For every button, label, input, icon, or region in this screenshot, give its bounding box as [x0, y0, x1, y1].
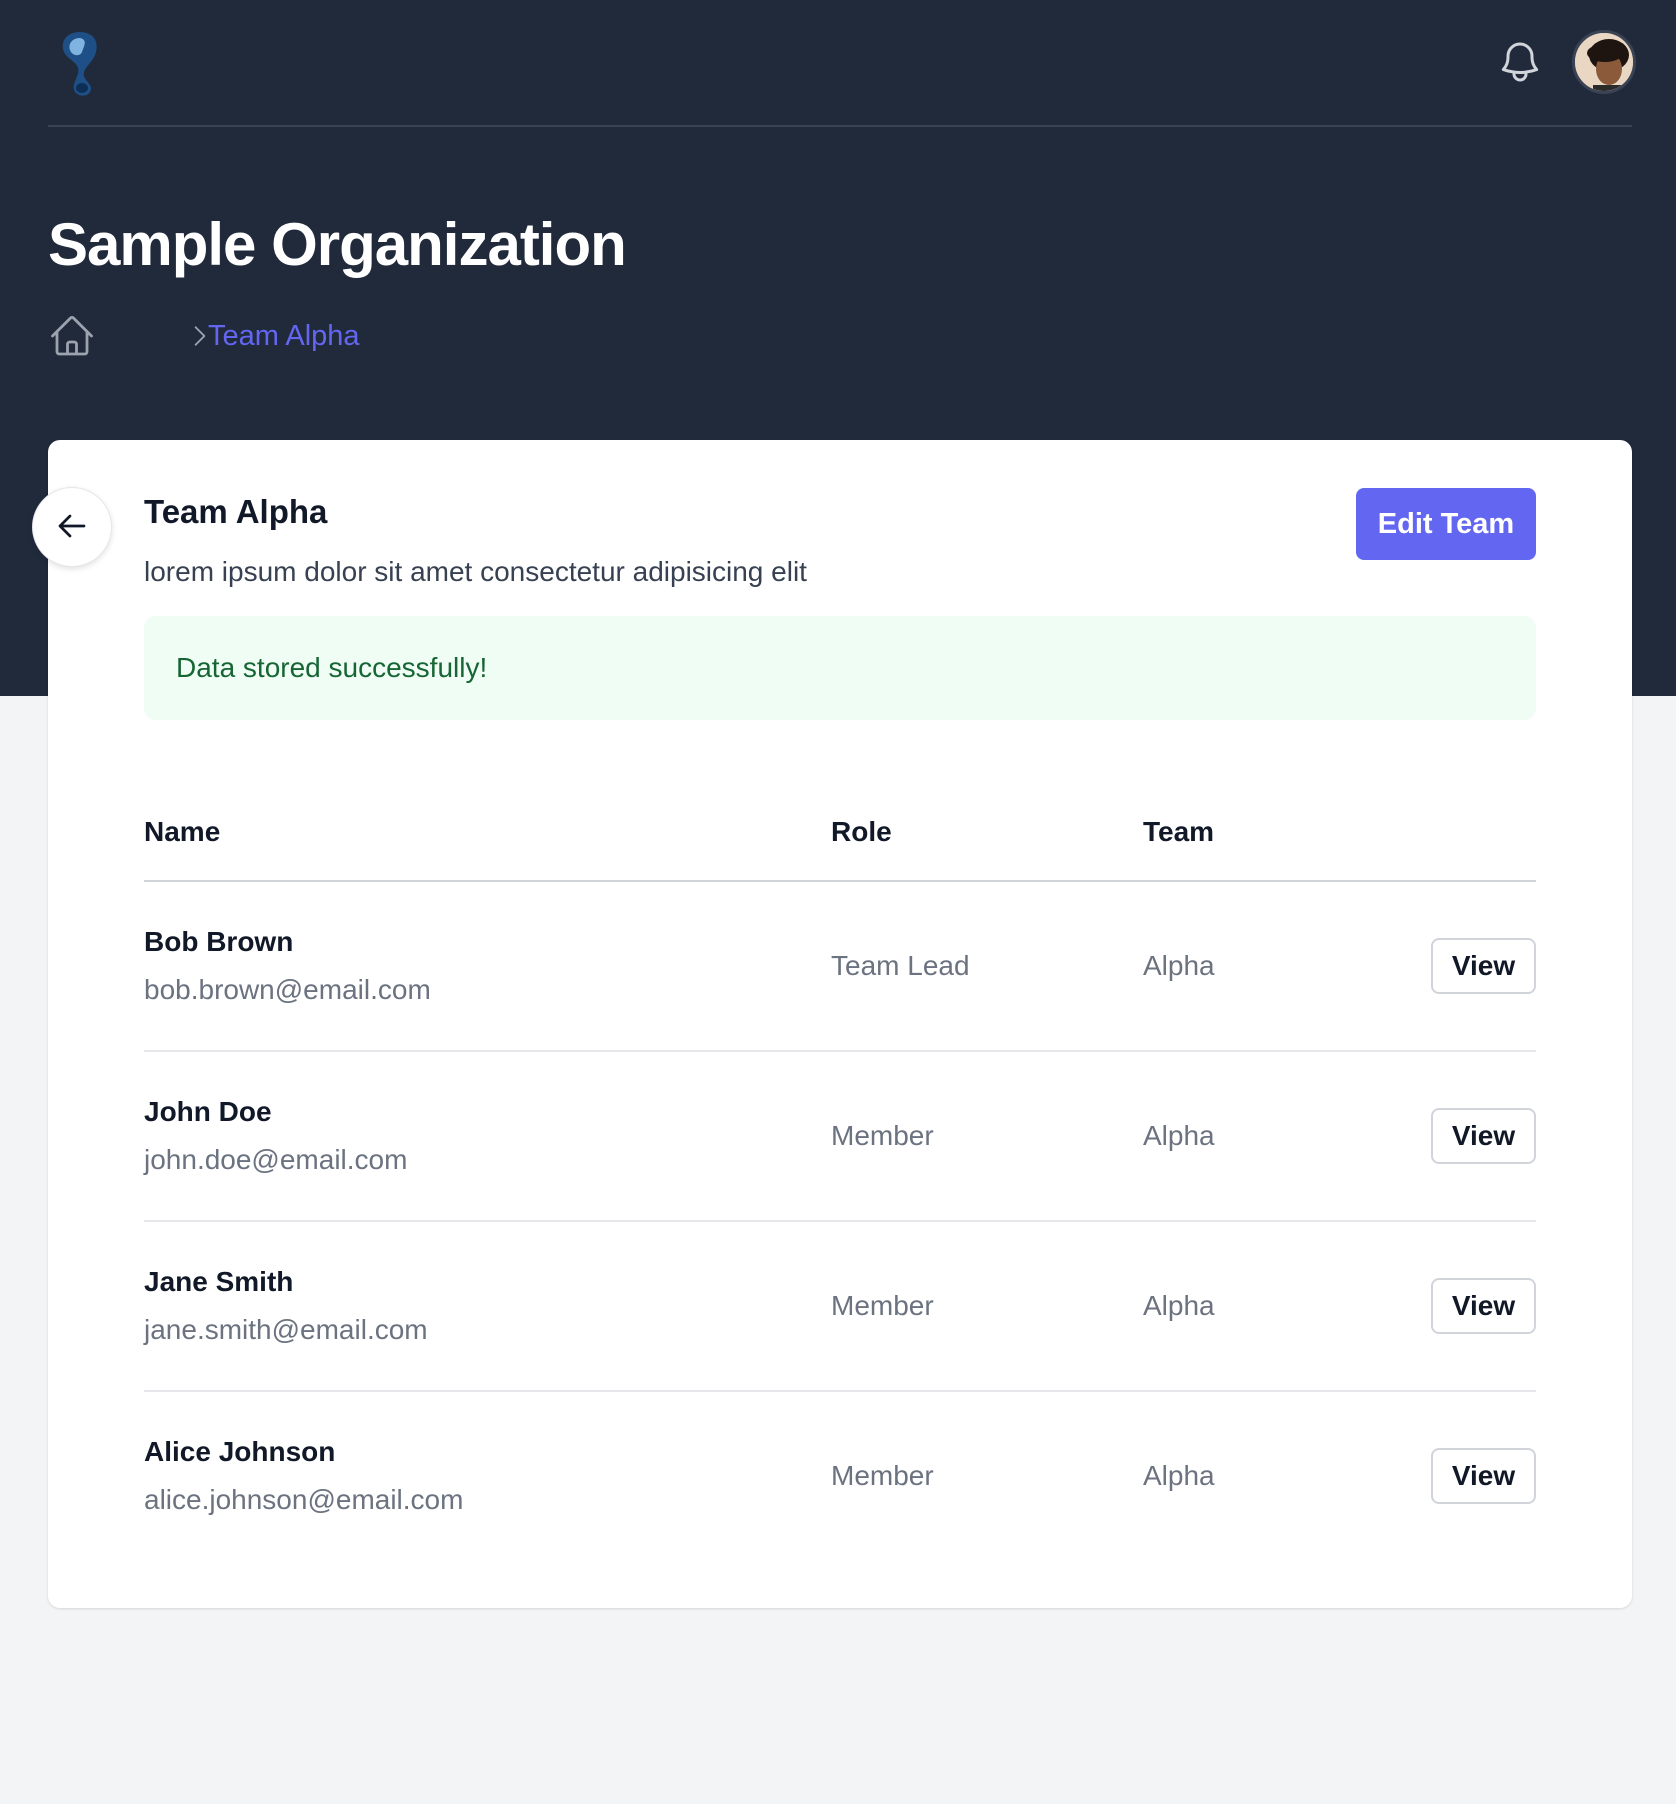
- member-name: John Doe: [144, 1096, 272, 1127]
- breadcrumb: Team Alpha: [48, 312, 648, 360]
- member-email: bob.brown@email.com: [144, 974, 431, 1005]
- edit-team-button[interactable]: Edit Team: [1356, 488, 1536, 560]
- member-email: jane.smith@email.com: [144, 1314, 428, 1345]
- member-role: Member: [831, 1460, 934, 1491]
- column-header-name: Name: [144, 816, 221, 847]
- member-role: Member: [831, 1120, 934, 1151]
- view-button[interactable]: View: [1431, 1448, 1536, 1504]
- view-button[interactable]: View: [1431, 1278, 1536, 1334]
- breadcrumb-current[interactable]: Team Alpha: [208, 320, 360, 353]
- member-team: Alpha: [1143, 1120, 1215, 1151]
- page-title: Sample Organization: [48, 211, 627, 278]
- logo-icon[interactable]: [54, 28, 106, 100]
- member-team: Alpha: [1143, 1290, 1215, 1321]
- table-header: Name Role Team: [144, 790, 1536, 882]
- table-row: Alice Johnson alice.johnson@email.com Me…: [144, 1392, 1536, 1562]
- table-row: Bob Brown bob.brown@email.com Team Lead …: [144, 882, 1536, 1052]
- table-row: Jane Smith jane.smith@email.com Member A…: [144, 1222, 1536, 1392]
- top-navigation: [48, 0, 1636, 127]
- column-header-team: Team: [1143, 816, 1215, 847]
- member-email: john.doe@email.com: [144, 1144, 408, 1175]
- member-name: Bob Brown: [144, 926, 294, 957]
- back-button[interactable]: [32, 487, 112, 567]
- bell-icon[interactable]: [1496, 38, 1544, 86]
- member-team: Alpha: [1143, 1460, 1215, 1491]
- success-alert: Data stored successfully!: [144, 616, 1536, 720]
- view-button[interactable]: View: [1431, 1108, 1536, 1164]
- member-role: Team Lead: [831, 950, 970, 981]
- team-description: lorem ipsum dolor sit amet consectetur a…: [144, 556, 807, 587]
- table-body: Bob Brown bob.brown@email.com Team Lead …: [144, 882, 1536, 1562]
- member-email: alice.johnson@email.com: [144, 1484, 464, 1515]
- home-icon[interactable]: [48, 312, 96, 360]
- table-row: John Doe john.doe@email.com Member Alpha…: [144, 1052, 1536, 1222]
- user-avatar[interactable]: [1572, 30, 1636, 94]
- member-name: Alice Johnson: [144, 1436, 336, 1467]
- members-table: Name Role Team Bob Brown bob.brown@email…: [144, 790, 1536, 1562]
- alert-message: Data stored successfully!: [176, 652, 488, 683]
- arrow-left-icon: [56, 510, 88, 545]
- member-name: Jane Smith: [144, 1266, 294, 1297]
- view-button[interactable]: View: [1431, 938, 1536, 994]
- member-team: Alpha: [1143, 950, 1215, 981]
- member-role: Member: [831, 1290, 934, 1321]
- column-header-role: Role: [831, 816, 892, 847]
- page: Sample Organization Team Alpha Team Alph…: [0, 0, 1676, 1804]
- team-name: Team Alpha: [144, 493, 328, 530]
